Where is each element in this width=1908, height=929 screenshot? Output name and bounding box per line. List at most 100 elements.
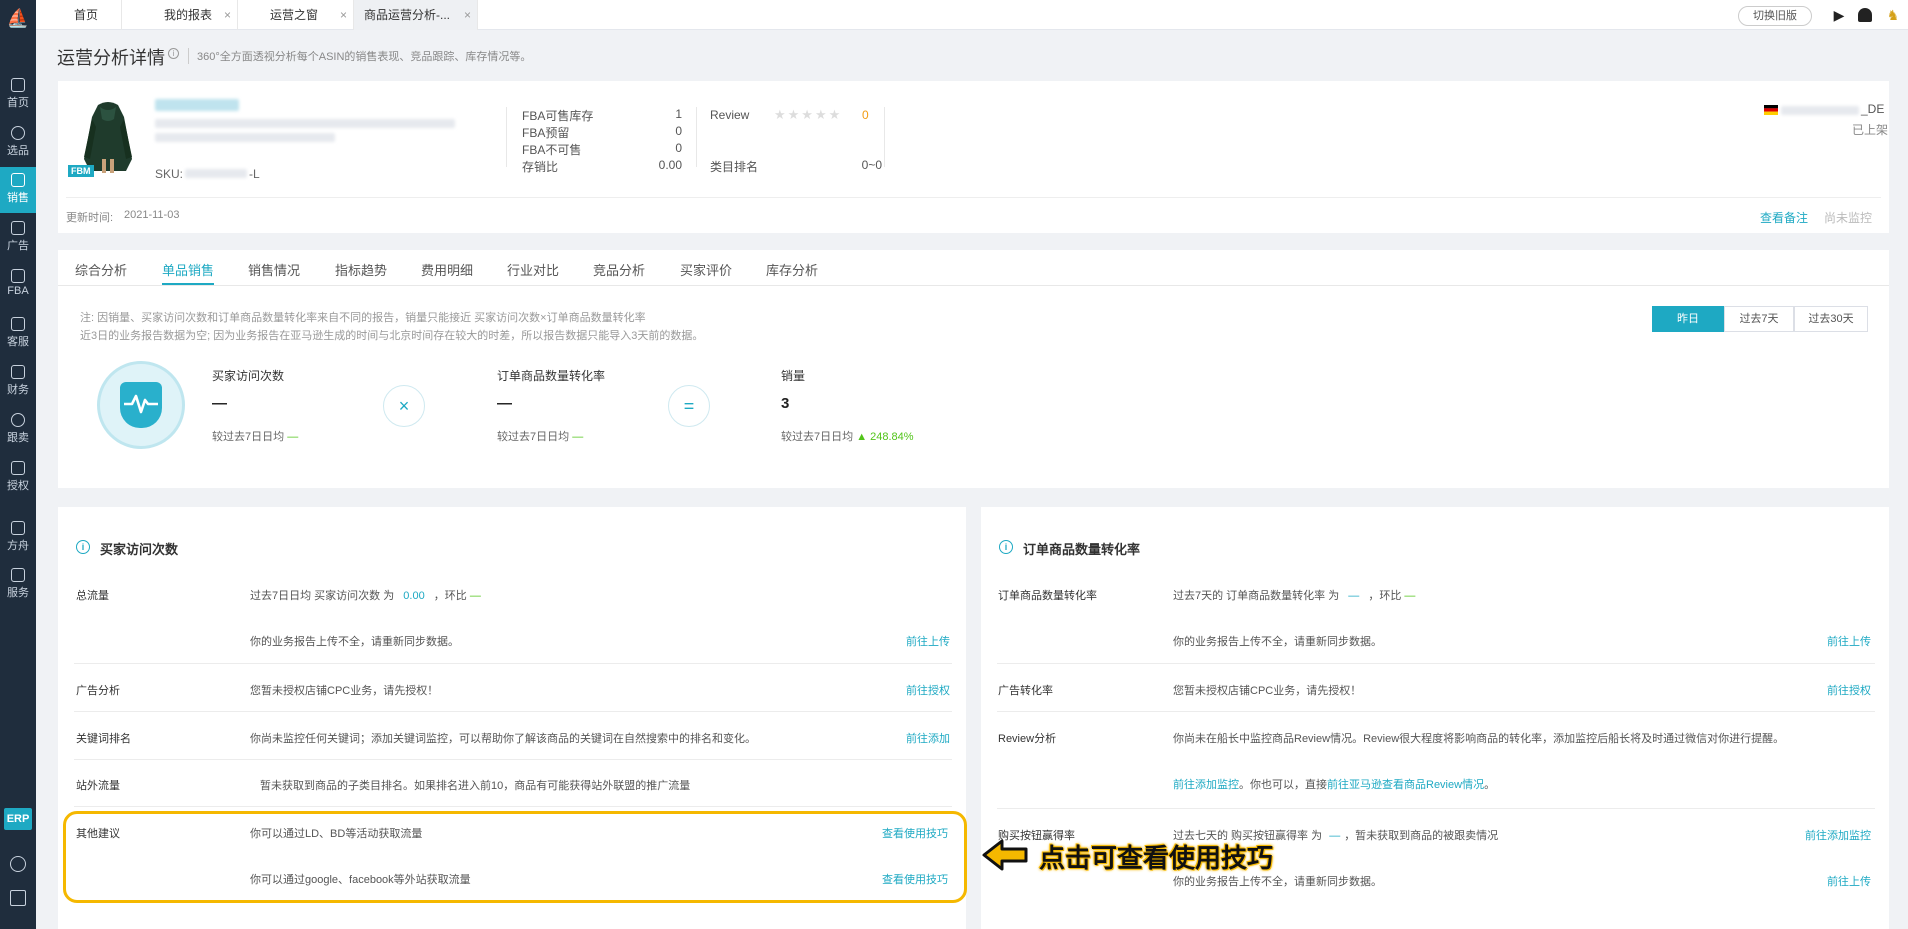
product-card: FBM SKU: -L FBA可售库存 1 FBA预留 0 FBA不可售 0 存销… [58,81,1889,233]
period-7-days-button[interactable]: 过去7天 [1724,306,1794,332]
go-add-link[interactable]: 前往添加 [860,730,950,746]
arrow-left-icon [982,839,1028,871]
product-title-redacted [155,133,335,142]
listing-status: 已上架 [1851,123,1888,137]
sidebar-item-auth[interactable]: 授权 [0,455,36,501]
tab-industry-compare[interactable]: 行业对比 [507,260,559,279]
divider [696,107,697,167]
tab-inventory-analysis[interactable]: 库存分析 [766,260,818,279]
divider [997,663,1875,664]
period-yesterday-button[interactable]: 昨日 [1652,306,1724,332]
tab-home[interactable]: 首页 [36,0,122,30]
go-add-monitor-link[interactable]: 前往添加监控 [1173,779,1239,791]
tab-single-product-sales[interactable]: 单品销售 [162,260,214,279]
period-30-days-button[interactable]: 过去30天 [1794,306,1868,332]
divider [997,808,1875,809]
finance-icon [11,365,25,379]
pie-icon [11,413,25,427]
close-icon[interactable]: × [224,0,231,30]
ad-analysis-label: 广告分析 [76,685,120,697]
sidebar-item-home[interactable]: 首页 [0,72,36,118]
sidebar-item-sales[interactable]: 销售 [0,167,36,213]
view-notes-link[interactable]: 查看备注 [1760,209,1808,226]
store-name-redacted [1781,106,1859,115]
offsite-traffic-label: 站外流量 [76,780,120,792]
chart-icon [11,173,25,187]
tab-sales-status[interactable]: 销售情况 [248,260,300,279]
category-rank-value: 0~0 [861,158,882,172]
sidebar-item-services[interactable]: 服务 [0,562,36,608]
tab-cost-details[interactable]: 费用明细 [421,260,473,279]
bell-icon[interactable] [1858,8,1872,22]
visits-compare: 较过去7日日均 — [212,431,299,443]
sidebar-item-finance[interactable]: 财务 [0,359,36,405]
conversion-rate-text: 过去7天的 订单商品数量转化率 为 — ，环比 — [1173,590,1416,602]
tab-product-analysis[interactable]: 商品运营分析-... × [354,0,478,30]
arrow-up-icon: ▲ [856,431,868,443]
product-asin-redacted[interactable] [155,99,239,111]
info-icon: i [76,540,90,554]
erp-button[interactable]: ERP [4,808,32,830]
close-icon[interactable]: × [464,0,471,30]
sidebar: ⛵ 首页 选品 销售 广告 FBA 客服 财务 跟卖 授权 方舟 服务 ERP [0,0,36,929]
tab-buyer-reviews[interactable]: 买家评价 [680,260,732,279]
review-links-row: 前往添加监控。你也可以，直接前往亚马逊查看商品Review情况。 [1173,779,1496,791]
tab-bar: 首页 我的报表 × 运营之窗 × 商品运营分析-... × 切换旧版 ▶ ♞ [36,0,1908,30]
divider [506,107,507,167]
go-upload-link[interactable]: 前往上传 [1781,633,1871,649]
sidebar-item-fba[interactable]: FBA [0,263,36,309]
offsite-traffic-text: 暂未获取到商品的子类目排名。如果排名进入前10，商品有可能获得站外联盟的推广流量 [260,780,691,792]
sidebar-item-selection[interactable]: 选品 [0,120,36,166]
go-authorize-link[interactable]: 前往授权 [1781,682,1871,698]
review-count: 0 [862,108,869,122]
go-amazon-review-link[interactable]: 前往亚马逊查看商品Review情况 [1327,779,1484,791]
go-add-monitor-link[interactable]: 前往添加监控 [1771,827,1871,843]
sidebar-item-follow[interactable]: 跟卖 [0,407,36,453]
sidebar-item-ads[interactable]: 广告 [0,215,36,261]
fbm-badge: FBM [68,165,94,177]
report-incomplete-text: 你的业务报告上传不全，请重新同步数据。 [250,636,459,648]
ad-conversion-label: 广告转化率 [998,685,1053,697]
support-icon[interactable] [10,856,26,872]
sidebar-item-ark[interactable]: 方舟 [0,515,36,561]
user-avatar-icon[interactable]: ♞ [1884,6,1902,24]
review-analysis-label: Review分析 [998,733,1057,745]
ad-icon [11,221,25,235]
go-upload-link[interactable]: 前往上传 [860,633,950,649]
total-traffic-text: 过去7日日均 买家访问次数 为 0.00 ，环比 — [250,590,481,602]
heartbeat-shield-icon [97,361,185,449]
tab-overall-analysis[interactable]: 综合分析 [75,260,127,279]
note-line-1: 注: 因销量、买家访问次数和订单商品数量转化率来自不同的报告，销量只能接近 买家… [80,312,646,324]
gift-icon[interactable] [10,890,26,906]
tab-my-reports[interactable]: 我的报表 × [122,0,238,30]
marketplace-suffix: _DE [1861,102,1885,116]
page-description: 360°全方面透视分析每个ASIN的销售表现、竞品跟踪、库存情况等。 [188,48,531,64]
not-monitored-link[interactable]: 尚未监控 [1824,209,1872,226]
review-analysis-text: 你尚未在船长中监控商品Review情况。Review很大程度将影响商品的转化率，… [1173,733,1785,745]
building-icon [11,568,25,582]
tab-metric-trend[interactable]: 指标趋势 [335,260,387,279]
sales-compare: 较过去7日日均 ▲ 248.84% [781,431,914,443]
ad-conversion-text: 您暂未授权店铺CPC业务，请先授权！ [1173,685,1362,697]
highlight-box [63,811,967,903]
divider [997,711,1875,712]
buyer-visits-title: 买家访问次数 [100,542,179,557]
sidebar-item-service[interactable]: 客服 [0,311,36,357]
total-traffic-label: 总流量 [76,590,109,602]
fba-sellable-label: FBA可售库存 [522,109,594,123]
close-icon[interactable]: × [340,0,347,30]
fba-unsellable-label: FBA不可售 [522,143,582,157]
tab-ops-window[interactable]: 运营之窗 × [238,0,354,30]
app-logo-icon[interactable]: ⛵ [6,6,30,30]
fba-reserved-label: FBA预留 [522,126,570,140]
go-upload-link[interactable]: 前往上传 [1781,873,1871,889]
switch-old-version-button[interactable]: 切换旧版 [1738,6,1812,26]
visits-label: 买家访问次数 [212,369,285,383]
product-title-redacted [155,119,455,128]
tab-competitor-analysis[interactable]: 竞品分析 [593,260,645,279]
go-authorize-link[interactable]: 前往授权 [860,682,950,698]
conversion-rate-label: 订单商品数量转化率 [998,590,1097,602]
divider [74,806,952,807]
info-icon[interactable]: i [168,48,179,59]
play-icon[interactable]: ▶ [1830,6,1848,24]
